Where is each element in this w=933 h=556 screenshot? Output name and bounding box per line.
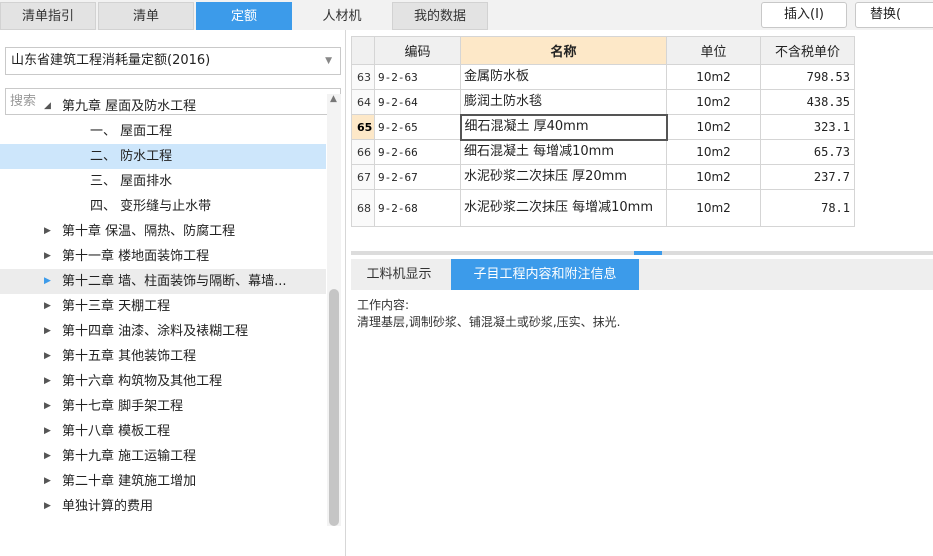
table-row[interactable]: 63 9-2-63 金属防水板 10m2 798.53 xyxy=(351,64,855,90)
tree-scrollbar-thumb[interactable] xyxy=(329,289,339,526)
code-header[interactable]: 编码 xyxy=(374,36,461,65)
caret-right-icon[interactable]: ▶ xyxy=(44,369,51,394)
unit-header[interactable]: 单位 xyxy=(666,36,761,65)
caret-right-icon[interactable]: ▶ xyxy=(44,494,51,519)
caret-right-icon[interactable]: ▶ xyxy=(44,294,51,319)
tree-node-chapter-9[interactable]: ◢ 第九章 屋面及防水工程 xyxy=(0,94,326,119)
price-cell[interactable]: 438.35 xyxy=(760,89,855,115)
tree-node-roof-works[interactable]: 一、 屋面工程 xyxy=(0,119,326,144)
tree-node-chapter-11[interactable]: ▶ 第十一章 楼地面装饰工程 xyxy=(0,244,326,269)
work-content-panel: 工作内容: 清理基层,调制砂浆、铺混凝土或砂浆,压实、抹光. xyxy=(357,297,927,331)
chevron-down-icon: ▼ xyxy=(325,56,332,66)
tree-node-chapter-15[interactable]: ▶ 第十五章 其他装饰工程 xyxy=(0,344,326,369)
caret-right-icon[interactable]: ▶ xyxy=(44,419,51,444)
code-cell[interactable]: 9-2-66 xyxy=(374,139,461,165)
quota-library-value: 山东省建筑工程消耗量定额(2016) xyxy=(11,53,211,68)
unit-cell[interactable]: 10m2 xyxy=(666,89,761,115)
tree-node-separate-costs[interactable]: ▶ 单独计算的费用 xyxy=(0,494,326,519)
caret-right-icon[interactable]: ▶ xyxy=(44,469,51,494)
top-tab-bar: 清单指引 清单 定额 人材机 我的数据 插入(I) 替换( xyxy=(0,0,933,30)
tree-node-roof-drainage[interactable]: 三、 屋面排水 xyxy=(0,169,326,194)
caret-right-icon[interactable]: ▶ xyxy=(44,344,51,369)
table-row[interactable]: 64 9-2-64 膨润土防水毯 10m2 438.35 xyxy=(351,89,855,115)
scroll-up-icon[interactable]: ▲ xyxy=(330,94,337,104)
table-row-current[interactable]: 65 9-2-65 细石混凝土 厚40mm 10m2 323.1 xyxy=(351,113,855,141)
tree-node-chapter-16[interactable]: ▶ 第十六章 构筑物及其他工程 xyxy=(0,369,326,394)
tree-node-expansion-joint[interactable]: 四、 变形缝与止水带 xyxy=(0,194,326,219)
caret-right-icon[interactable]: ▶ xyxy=(44,319,51,344)
unit-cell[interactable]: 10m2 xyxy=(666,189,761,227)
table-row[interactable]: 66 9-2-66 细石混凝土 每增减10mm 10m2 65.73 xyxy=(351,139,855,165)
tab-quota[interactable]: 定额 xyxy=(196,2,292,30)
name-cell[interactable]: 膨润土防水毯 xyxy=(460,89,667,115)
tab-list[interactable]: 清单 xyxy=(98,2,194,30)
code-cell[interactable]: 9-2-64 xyxy=(374,89,461,115)
row-number: 66 xyxy=(351,139,375,165)
unit-cell[interactable]: 10m2 xyxy=(666,139,761,165)
tree-node-chapter-17[interactable]: ▶ 第十七章 脚手架工程 xyxy=(0,394,326,419)
name-cell[interactable]: 细石混凝土 每增减10mm xyxy=(460,139,667,165)
tree-node-chapter-19[interactable]: ▶ 第十九章 施工运输工程 xyxy=(0,444,326,469)
caret-right-icon[interactable]: ▶ xyxy=(44,219,51,244)
table-row[interactable]: 68 9-2-68 水泥砂浆二次抹压 每增减10mm 10m2 78.1 xyxy=(351,189,855,227)
quota-library-select[interactable]: 山东省建筑工程消耗量定额(2016) ▼ xyxy=(5,47,341,75)
tab-labor-material-machine[interactable]: 人材机 xyxy=(294,2,390,30)
caret-right-icon[interactable]: ▶ xyxy=(44,444,51,469)
price-cell[interactable]: 237.7 xyxy=(760,164,855,190)
row-number: 65 xyxy=(351,114,375,140)
code-cell[interactable]: 9-2-68 xyxy=(374,189,461,227)
name-cell[interactable]: 水泥砂浆二次抹压 厚20mm xyxy=(460,164,667,190)
row-number: 68 xyxy=(351,189,375,227)
unit-cell[interactable]: 10m2 xyxy=(666,164,761,190)
row-number: 63 xyxy=(351,64,375,90)
tree-node-waterproof-works[interactable]: 二、 防水工程 xyxy=(0,144,326,169)
tree-scrollbar[interactable]: ▲ xyxy=(327,94,341,526)
name-cell-selected[interactable]: 细石混凝土 厚40mm xyxy=(459,113,668,141)
chapter-tree: ◢ 第九章 屋面及防水工程 一、 屋面工程 二、 防水工程 三、 屋面排水 四、… xyxy=(0,94,326,526)
tab-labor-material-display[interactable]: 工料机显示 xyxy=(351,259,447,290)
price-cell[interactable]: 323.1 xyxy=(760,114,855,140)
price-cell[interactable]: 65.73 xyxy=(760,139,855,165)
name-header[interactable]: 名称 xyxy=(460,36,667,65)
tree-node-chapter-13[interactable]: ▶ 第十三章 天棚工程 xyxy=(0,294,326,319)
price-cell[interactable]: 78.1 xyxy=(760,189,855,227)
tab-my-data[interactable]: 我的数据 xyxy=(392,2,488,30)
unit-cell[interactable]: 10m2 xyxy=(666,114,761,140)
name-cell[interactable]: 金属防水板 xyxy=(460,64,667,90)
unit-cell[interactable]: 10m2 xyxy=(666,64,761,90)
name-cell[interactable]: 水泥砂浆二次抹压 每增减10mm xyxy=(460,189,667,227)
tree-node-chapter-12[interactable]: ▶ 第十二章 墙、柱面装饰与隔断、幕墙... xyxy=(0,269,326,294)
price-header[interactable]: 不含税单价 xyxy=(760,36,855,65)
caret-expanded-icon[interactable]: ◢ xyxy=(44,94,51,119)
tree-node-chapter-20[interactable]: ▶ 第二十章 建筑施工增加 xyxy=(0,469,326,494)
detail-tab-bar: 工料机显示 子目工程内容和附注信息 xyxy=(351,259,933,290)
code-cell[interactable]: 9-2-65 xyxy=(374,114,461,140)
work-content-label: 工作内容: xyxy=(357,298,410,312)
tree-node-chapter-14[interactable]: ▶ 第十四章 油漆、涂料及裱糊工程 xyxy=(0,319,326,344)
tab-list-guide[interactable]: 清单指引 xyxy=(0,2,96,30)
code-cell[interactable]: 9-2-63 xyxy=(374,64,461,90)
insert-button[interactable]: 插入(I) xyxy=(761,2,847,28)
quota-grid: 编码 名称 单位 不含税单价 63 9-2-63 金属防水板 10m2 798.… xyxy=(351,36,855,227)
tree-node-chapter-18[interactable]: ▶ 第十八章 模板工程 xyxy=(0,419,326,444)
row-number-header xyxy=(351,36,375,65)
price-cell[interactable]: 798.53 xyxy=(760,64,855,90)
table-row[interactable]: 67 9-2-67 水泥砂浆二次抹压 厚20mm 10m2 237.7 xyxy=(351,164,855,190)
splitter-handle[interactable] xyxy=(634,251,662,255)
caret-right-icon[interactable]: ▶ xyxy=(44,394,51,419)
tab-work-content-notes[interactable]: 子目工程内容和附注信息 xyxy=(451,259,639,290)
caret-right-icon[interactable]: ▶ xyxy=(44,269,51,294)
replace-button[interactable]: 替换( xyxy=(855,2,933,28)
panel-splitter[interactable] xyxy=(351,251,933,255)
tree-node-chapter-10[interactable]: ▶ 第十章 保温、隔热、防腐工程 xyxy=(0,219,326,244)
caret-right-icon[interactable]: ▶ xyxy=(44,244,51,269)
row-number: 67 xyxy=(351,164,375,190)
grid-header-row: 编码 名称 单位 不含税单价 xyxy=(351,36,855,65)
code-cell[interactable]: 9-2-67 xyxy=(374,164,461,190)
row-number: 64 xyxy=(351,89,375,115)
work-content-text: 清理基层,调制砂浆、铺混凝土或砂浆,压实、抹光. xyxy=(357,315,621,329)
